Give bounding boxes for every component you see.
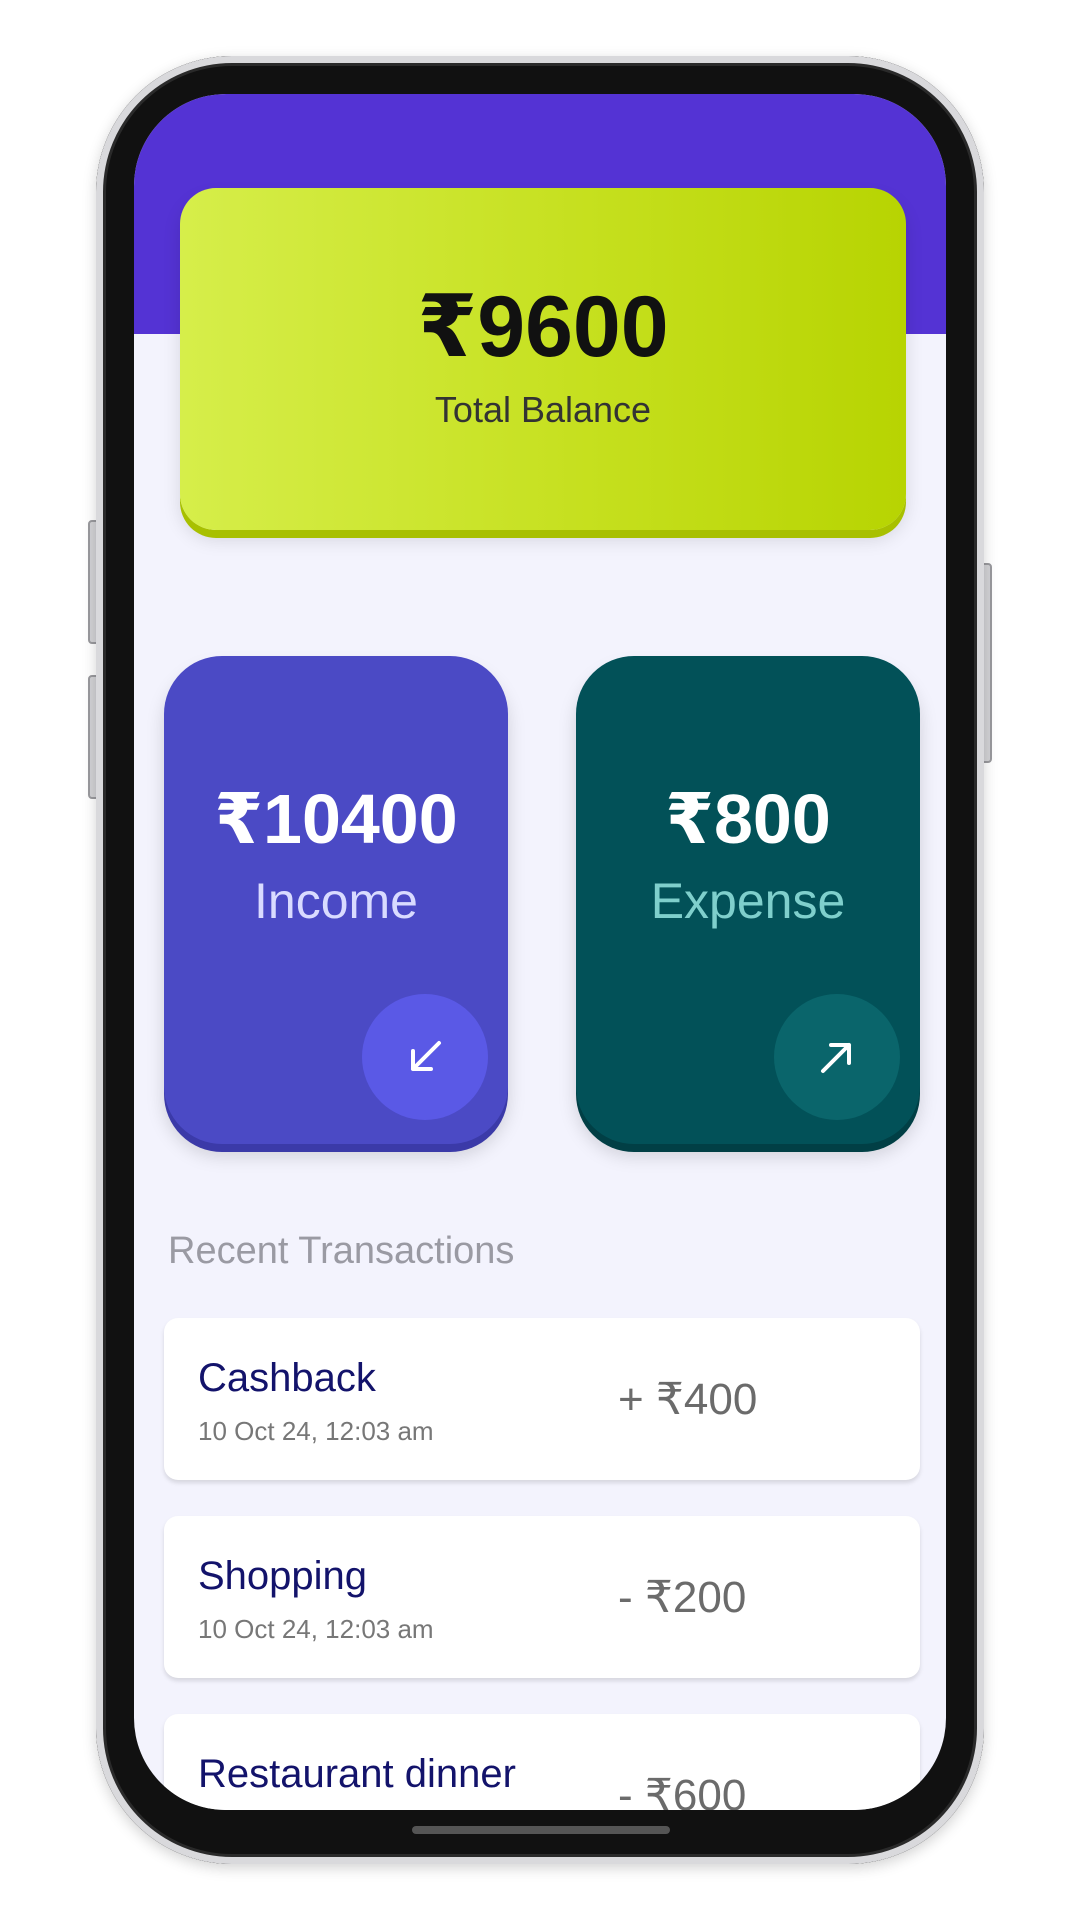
transaction-item[interactable]: Restaurant dinner - ₹600 xyxy=(164,1714,920,1810)
transaction-amount: - ₹600 xyxy=(618,1771,747,1811)
app-screen: ₹9600 Total Balance ₹10400 Income ₹800 E… xyxy=(134,94,946,1810)
home-indicator[interactable] xyxy=(412,1826,670,1834)
transaction-item[interactable]: Cashback 10 Oct 24, 12:03 am + ₹400 xyxy=(164,1318,920,1480)
total-balance-card: ₹9600 Total Balance xyxy=(180,188,906,530)
expense-card[interactable]: ₹800 Expense xyxy=(576,656,920,1144)
income-label: Income xyxy=(254,873,418,929)
transaction-amount: + ₹400 xyxy=(618,1375,758,1424)
arrow-down-left-icon xyxy=(411,1041,441,1071)
expense-arrow-button[interactable] xyxy=(774,994,900,1120)
expense-amount: ₹800 xyxy=(665,780,831,858)
income-arrow-button[interactable] xyxy=(362,994,488,1120)
recent-transactions-title: Recent Transactions xyxy=(168,1230,515,1272)
transaction-name: Shopping xyxy=(198,1554,368,1598)
income-card[interactable]: ₹10400 Income xyxy=(164,656,508,1144)
transaction-item[interactable]: Shopping 10 Oct 24, 12:03 am - ₹200 xyxy=(164,1516,920,1678)
transaction-name: Cashback xyxy=(198,1356,376,1400)
transaction-name: Restaurant dinner xyxy=(198,1752,516,1796)
total-balance-label: Total Balance xyxy=(434,389,652,430)
transaction-amount: - ₹200 xyxy=(618,1573,747,1622)
transaction-date: 10 Oct 24, 12:03 am xyxy=(198,1416,434,1446)
arrow-up-right-icon xyxy=(821,1043,851,1073)
transaction-date: 10 Oct 24, 12:03 am xyxy=(198,1614,434,1644)
income-amount: ₹10400 xyxy=(214,780,458,858)
total-balance-amount: ₹9600 xyxy=(417,279,669,375)
expense-label: Expense xyxy=(650,873,846,929)
